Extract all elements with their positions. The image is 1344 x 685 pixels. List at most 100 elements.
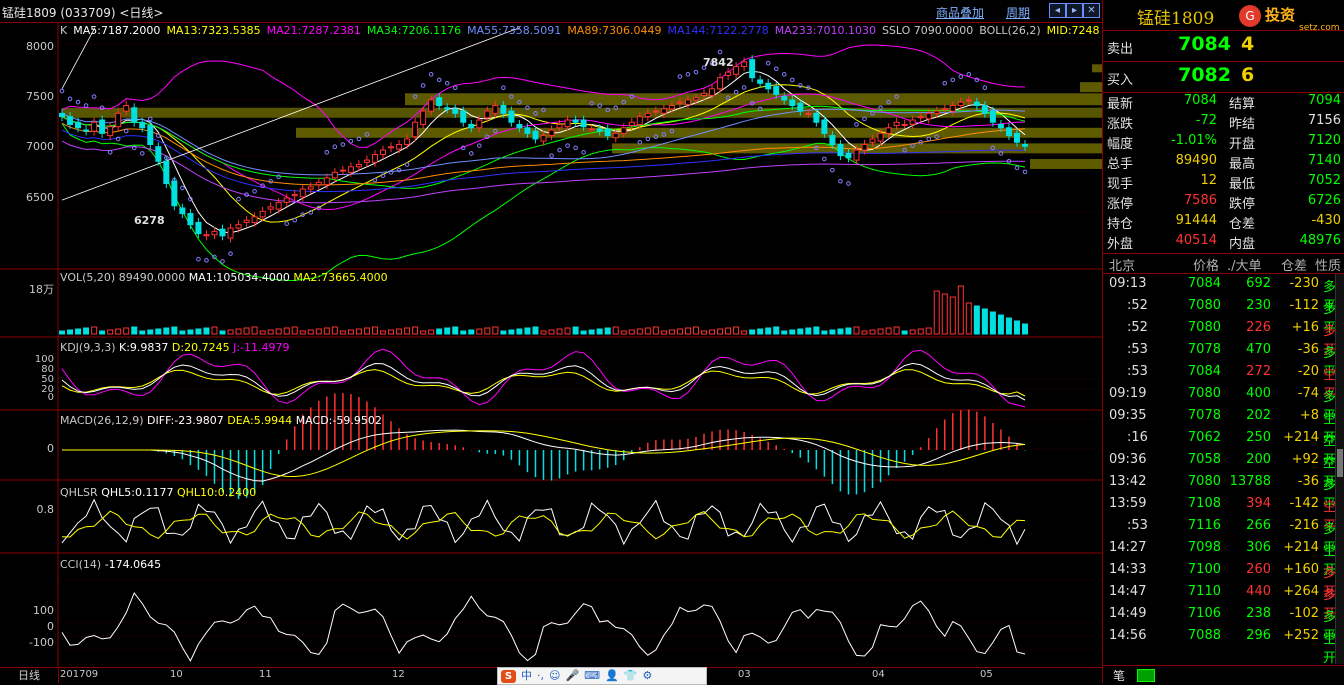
candle-body [773,86,780,95]
stat-value: 6726 [1307,193,1341,208]
volume-bar [773,326,780,335]
tick-row[interactable]: 09:35 7078 202 +8 空开 [1103,405,1344,446]
tick-row[interactable]: :53 7084 272 -20 空平 [1103,361,1344,402]
candle-body [307,186,314,190]
vol-ma2: MA2:73665.4000 [293,271,388,284]
tick-row[interactable]: 13:42 7080 13788 -36 多平 [1103,471,1344,512]
candle-body [219,228,226,237]
candle-body [211,230,218,236]
candle-body [203,234,210,237]
tick-row[interactable]: 09:13 7084 692 -230 多平 [1103,273,1344,314]
volume-bar [596,328,603,335]
candle-body [107,126,114,137]
sogou-logo-icon[interactable]: S [501,669,516,683]
close-icon[interactable]: ✕ [1083,3,1100,18]
tick-volume: 260 [1246,562,1271,577]
tick-row[interactable]: :53 7078 470 -36 多平 [1103,339,1344,380]
tab-indicator[interactable] [1137,669,1155,682]
tick-price: 7084 [1187,364,1221,379]
ime-emoji-icon[interactable]: ☺ [549,669,560,683]
volume-bar [484,327,491,335]
volume-bar [299,330,306,335]
sar-dot [830,167,835,173]
scrollbar-thumb[interactable] [1337,449,1343,477]
period-daily-tab[interactable]: 日线 [0,668,59,683]
candle-body [363,159,370,163]
candle-body [829,135,836,146]
volume-bar [1022,323,1028,335]
tick-row[interactable]: 09:19 7080 400 -74 多平 [1103,383,1344,424]
next-icon[interactable]: ▸ [1066,3,1083,18]
tick-row[interactable]: 14:49 7106 238 -102 多平 [1103,603,1344,644]
kdj-legend: KDJ(9,3,3) K:9.9837 D:20.7245 J:-11.4979 [60,341,290,354]
brand-logo-icon: G [1239,5,1261,27]
tick-row[interactable]: :53 7116 266 -216 多平 [1103,515,1344,556]
volume-bar [83,327,90,335]
ime-punctuation-icon[interactable]: ·, [537,669,544,683]
candle-body [75,121,82,129]
period-link[interactable]: 周期 [1006,4,1030,21]
ime-keyboard-icon[interactable]: ⌨ [584,669,600,683]
tick-row[interactable]: 09:36 7058 200 +92 空开 [1103,449,1344,490]
tick-oi-diff: +160 [1283,562,1319,577]
volume-bar [139,330,146,335]
volume-bar [131,326,138,335]
tick-row[interactable]: 14:56 7088 296 +252 空开 [1103,625,1344,666]
ime-settings-icon[interactable]: ⚙ [642,669,652,683]
main-indicator-item: MA233:7010.1030 [774,24,876,37]
col-bigorder: ./大单 [1227,259,1262,274]
vol-value: 89490.0000 [118,271,186,284]
candle-body [508,110,515,123]
tick-volume: 13788 [1229,474,1271,489]
commodity-overlay-link[interactable]: 商品叠加 [936,4,984,21]
tick-row[interactable]: 13:59 7108 394 -142 空平 [1103,493,1344,534]
stat-label: 总手 [1107,157,1134,172]
ime-chinese-mode[interactable]: 中 [521,669,532,683]
candle-body [893,121,900,127]
stat-value: 7586 [1183,193,1217,208]
tick-time: :52 [1127,298,1148,313]
quote-stats: 最新 7084 结算 7094 涨跌 -72 昨结 7156 幅度 -1.01% 开盘 7120 总手 8… [1103,91,1344,254]
tick-time: 09:35 [1109,408,1147,423]
sar-dot [284,221,290,226]
quote-header: 锰硅1809 G 投资 setz.com [1103,0,1344,33]
tick-oi-diff: -112 [1289,298,1319,313]
volume-bar [436,328,443,335]
candle-body [420,110,427,125]
candle-body [877,132,884,142]
qhlsr-qhl5: QHL5:0.1177 [101,486,174,499]
ime-toolbar[interactable]: S 中 ·, ☺ 🎤 ⌨ 👤 👕 ⚙ [497,667,707,685]
x-label: 05 [980,669,993,680]
tick-row[interactable]: 14:47 7110 440 +264 多开 [1103,581,1344,622]
ime-voice-icon[interactable]: 🎤 [565,669,579,683]
sar-dot [717,49,723,55]
volume-bar [500,330,507,335]
volume-bar [516,328,523,335]
volume-bar [371,326,378,335]
cci-y-tick-neg100: -100 [29,636,54,649]
prev-icon[interactable]: ◂ [1049,3,1066,18]
tab-ticks[interactable]: 笔 [1113,667,1125,684]
candle-body [556,123,563,129]
volume-bar [548,329,555,335]
tick-time: :53 [1127,518,1148,533]
tick-time: 13:59 [1109,496,1147,511]
tick-row[interactable]: 14:33 7100 260 +160 多开 [1103,559,1344,600]
tick-scrollbar[interactable] [1335,274,1344,664]
tick-oi-diff: +214 [1283,430,1319,445]
candle-body [837,144,844,157]
tick-oi-diff: +264 [1283,584,1319,599]
tick-row[interactable]: :16 7062 250 +214 空开 [1103,427,1344,468]
candle-body [331,171,338,179]
tick-row[interactable]: 14:27 7098 306 +214 空开 [1103,537,1344,578]
ime-skin-icon[interactable]: 👕 [624,669,638,683]
candle-body [147,125,154,146]
x-label: 11 [259,669,272,680]
volume-bar [476,328,483,335]
cci-y-tick-100: 100 [33,604,54,617]
ime-user-icon[interactable]: 👤 [605,669,619,683]
quote-stat-row: 涨跌 -72 昨结 7156 [1103,111,1344,132]
tick-price: 7108 [1187,496,1221,511]
tick-row[interactable]: :52 7080 230 -112 多平 [1103,295,1344,336]
tick-row[interactable]: :52 7080 226 +16 多开 [1103,317,1344,358]
